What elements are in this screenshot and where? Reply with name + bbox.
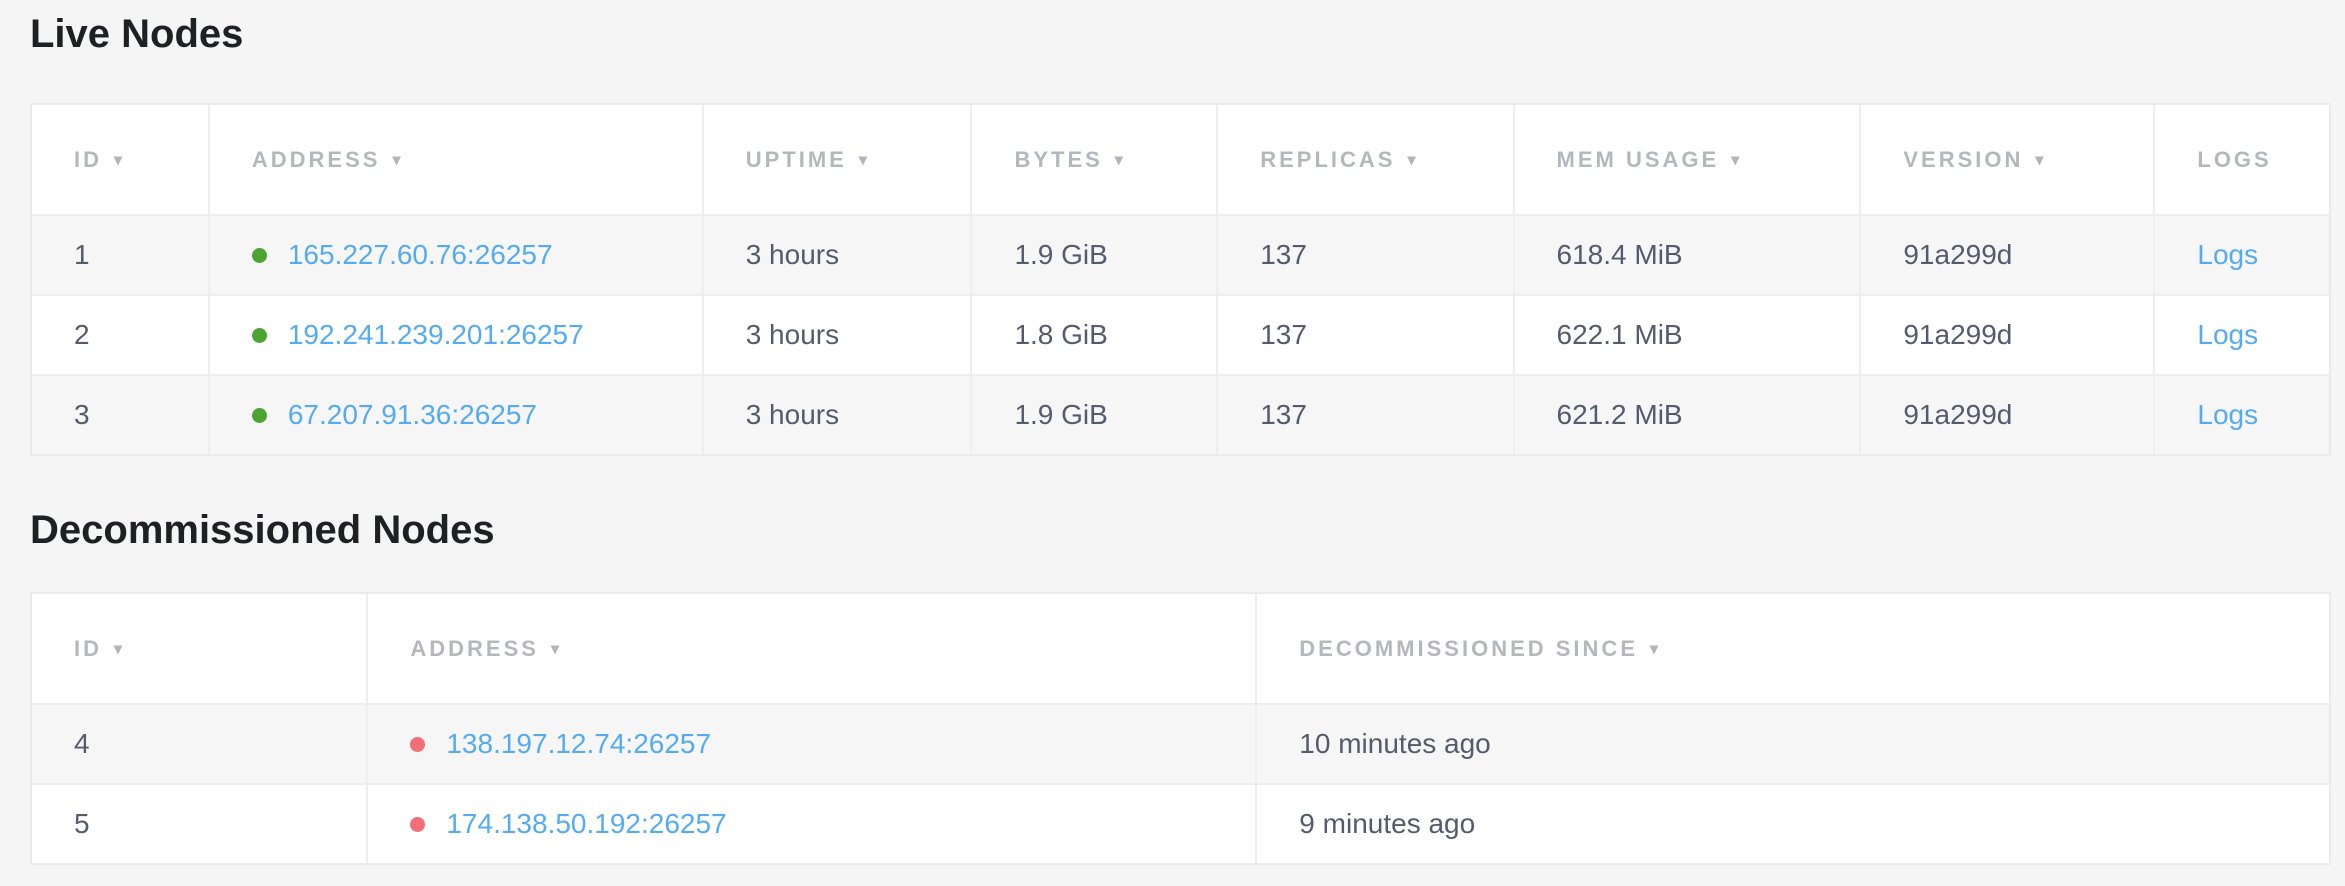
- node-version-cell: 91a299d: [1860, 375, 2154, 454]
- node-address-cell: 174.138.50.192:26257: [367, 784, 1256, 863]
- node-replicas-cell: 137: [1217, 215, 1513, 295]
- node-address-link[interactable]: 174.138.50.192:26257: [446, 808, 726, 840]
- node-address-link[interactable]: 192.241.239.201:26257: [288, 319, 584, 351]
- column-label: MEM USAGE: [1557, 147, 1720, 172]
- decommissioned-nodes-table-card: ID ▾ ADDRESS ▾ DECOMMISSIONED SINCE ▾ 4 138…: [30, 592, 2331, 865]
- column-label: REPLICAS: [1260, 147, 1395, 172]
- live-status-dot-icon: [252, 408, 267, 423]
- column-label: DECOMMISSIONED SINCE: [1299, 636, 1638, 661]
- sort-arrow-icon: ▾: [1407, 150, 1418, 170]
- node-replicas-cell: 137: [1217, 375, 1513, 454]
- decom-col-header-decommissioned-since[interactable]: DECOMMISSIONED SINCE ▾: [1256, 594, 2329, 704]
- live-col-header-id[interactable]: ID ▾: [32, 105, 209, 215]
- column-label: VERSION: [1903, 147, 2023, 172]
- node-id-cell: 5: [32, 784, 367, 863]
- column-label: BYTES: [1014, 147, 1102, 172]
- live-col-header-mem-usage[interactable]: MEM USAGE ▾: [1514, 105, 1861, 215]
- node-id-cell: 1: [32, 215, 209, 295]
- node-decommissioned-since-cell: 10 minutes ago: [1256, 704, 2329, 784]
- decommissioned-nodes-header-row: ID ▾ ADDRESS ▾ DECOMMISSIONED SINCE ▾: [32, 594, 2329, 704]
- decom-col-header-id[interactable]: ID ▾: [32, 594, 367, 704]
- node-bytes-cell: 1.9 GiB: [971, 215, 1217, 295]
- node-mem-usage-cell: 622.1 MiB: [1514, 295, 1861, 375]
- node-address-link[interactable]: 138.197.12.74:26257: [446, 728, 711, 760]
- column-label: UPTIME: [746, 147, 847, 172]
- live-col-header-address[interactable]: ADDRESS ▾: [209, 105, 703, 215]
- sort-arrow-icon: ▾: [2035, 150, 2046, 170]
- decommissioned-status-dot-icon: [410, 817, 425, 832]
- node-logs-link[interactable]: Logs: [2197, 319, 2258, 350]
- column-label: ID: [74, 147, 102, 172]
- sort-arrow-icon: ▾: [859, 150, 870, 170]
- live-nodes-table-card: ID ▾ ADDRESS ▾ UPTIME ▾ BYTES ▾ REPLICAS ▾ ME…: [30, 103, 2331, 456]
- node-bytes-cell: 1.9 GiB: [971, 375, 1217, 454]
- node-id-cell: 2: [32, 295, 209, 375]
- sort-arrow-icon: ▾: [1115, 150, 1126, 170]
- decommissioned-nodes-heading: Decommissioned Nodes: [30, 506, 2331, 554]
- node-logs-cell: Logs: [2154, 215, 2329, 295]
- sort-arrow-icon: ▾: [1731, 150, 1742, 170]
- live-status-dot-icon: [252, 328, 267, 343]
- sort-arrow-icon: ▾: [114, 150, 125, 170]
- node-uptime-cell: 3 hours: [703, 295, 972, 375]
- live-node-row: 1 165.227.60.76:26257 3 hours 1.9 GiB 13…: [32, 215, 2329, 295]
- node-uptime-cell: 3 hours: [703, 215, 972, 295]
- column-label: ID: [74, 636, 102, 661]
- node-address-cell: 192.241.239.201:26257: [209, 295, 703, 375]
- node-id-cell: 4: [32, 704, 367, 784]
- node-version-cell: 91a299d: [1860, 295, 2154, 375]
- column-label: LOGS: [2197, 147, 2271, 172]
- live-nodes-heading: Live Nodes: [30, 10, 2331, 58]
- node-replicas-cell: 137: [1217, 295, 1513, 375]
- live-col-header-logs: LOGS: [2154, 105, 2329, 215]
- live-nodes-table: ID ▾ ADDRESS ▾ UPTIME ▾ BYTES ▾ REPLICAS ▾ ME…: [32, 105, 2329, 454]
- live-node-row: 3 67.207.91.36:26257 3 hours 1.9 GiB 137…: [32, 375, 2329, 454]
- node-mem-usage-cell: 621.2 MiB: [1514, 375, 1861, 454]
- node-decommissioned-since-cell: 9 minutes ago: [1256, 784, 2329, 863]
- node-address-cell: 67.207.91.36:26257: [209, 375, 703, 454]
- node-logs-link[interactable]: Logs: [2197, 239, 2258, 270]
- live-node-row: 2 192.241.239.201:26257 3 hours 1.8 GiB …: [32, 295, 2329, 375]
- live-col-header-uptime[interactable]: UPTIME ▾: [703, 105, 972, 215]
- decommissioned-nodes-table: ID ▾ ADDRESS ▾ DECOMMISSIONED SINCE ▾ 4 138…: [32, 594, 2329, 863]
- live-col-header-version[interactable]: VERSION ▾: [1860, 105, 2154, 215]
- live-col-header-bytes[interactable]: BYTES ▾: [971, 105, 1217, 215]
- sort-arrow-icon: ▾: [392, 150, 403, 170]
- node-address-cell: 165.227.60.76:26257: [209, 215, 703, 295]
- sort-arrow-icon: ▾: [551, 639, 562, 659]
- sort-arrow-icon: ▾: [1650, 639, 1661, 659]
- node-address-link[interactable]: 165.227.60.76:26257: [288, 239, 553, 271]
- decommissioned-node-row: 4 138.197.12.74:26257 10 minutes ago: [32, 704, 2329, 784]
- node-id-cell: 3: [32, 375, 209, 454]
- column-label: ADDRESS: [410, 636, 539, 661]
- node-logs-cell: Logs: [2154, 295, 2329, 375]
- live-nodes-header-row: ID ▾ ADDRESS ▾ UPTIME ▾ BYTES ▾ REPLICAS ▾ ME…: [32, 105, 2329, 215]
- column-label: ADDRESS: [252, 147, 381, 172]
- node-logs-link[interactable]: Logs: [2197, 399, 2258, 430]
- node-version-cell: 91a299d: [1860, 215, 2154, 295]
- sort-arrow-icon: ▾: [114, 639, 125, 659]
- live-col-header-replicas[interactable]: REPLICAS ▾: [1217, 105, 1513, 215]
- node-logs-cell: Logs: [2154, 375, 2329, 454]
- decommissioned-node-row: 5 174.138.50.192:26257 9 minutes ago: [32, 784, 2329, 863]
- node-address-link[interactable]: 67.207.91.36:26257: [288, 399, 537, 431]
- node-mem-usage-cell: 618.4 MiB: [1514, 215, 1861, 295]
- decom-col-header-address[interactable]: ADDRESS ▾: [367, 594, 1256, 704]
- node-address-cell: 138.197.12.74:26257: [367, 704, 1256, 784]
- decommissioned-status-dot-icon: [410, 737, 425, 752]
- node-list-page: Live Nodes ID ▾ ADDRESS ▾ UPTIME ▾ BYTES ▾: [0, 0, 2345, 865]
- node-uptime-cell: 3 hours: [703, 375, 972, 454]
- node-bytes-cell: 1.8 GiB: [971, 295, 1217, 375]
- live-status-dot-icon: [252, 248, 267, 263]
